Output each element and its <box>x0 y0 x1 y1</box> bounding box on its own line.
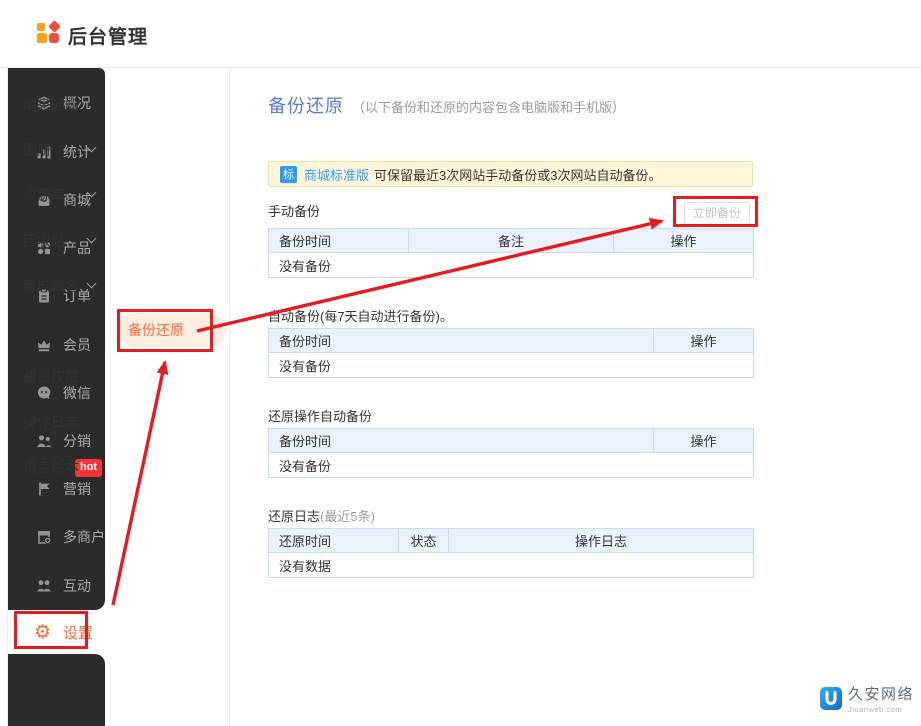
crown-icon <box>35 337 52 354</box>
table-empty-row: 没有备份 <box>269 453 754 478</box>
restore-auto-backup-label: 还原操作自动备份 <box>268 406 372 425</box>
users-icon <box>35 578 52 595</box>
sidebar-item-marketing[interactable]: hot 营销 <box>8 478 105 500</box>
window-edge-strip <box>0 68 8 726</box>
auto-backup-label: 自动备份(每7天自动进行备份)。 <box>268 306 453 325</box>
backup-now-button[interactable]: 立即备份 <box>684 202 750 225</box>
empty-text: 没有数据 <box>269 553 754 578</box>
sidebar-item-members[interactable]: 会员 <box>8 334 105 356</box>
jiuan-logo-icon <box>820 687 842 710</box>
table-empty-row: 没有数据 <box>269 553 754 578</box>
col-backup-time: 备份时间 <box>269 429 654 453</box>
empty-text: 没有备份 <box>269 453 754 478</box>
empty-text: 没有备份 <box>269 253 754 278</box>
col-actions: 操作 <box>654 329 754 353</box>
col-actions: 操作 <box>614 229 754 253</box>
col-restore-time: 还原时间 <box>269 529 399 553</box>
submenu-item-gallery[interactable]: 图册 <box>0 140 125 160</box>
col-status: 状态 <box>399 529 449 553</box>
auto-backup-table: 备份时间 操作 没有备份 <box>268 328 754 378</box>
page-title-row: 备份还原 （以下备份和还原的内容包含电脑版和手机版） <box>268 92 625 118</box>
manual-backup-label: 手动备份 <box>268 201 320 220</box>
submenu-item-language[interactable]: 语言版本 <box>0 457 125 477</box>
table-empty-row: 没有备份 <box>269 353 754 378</box>
chevron-down-icon <box>87 279 97 289</box>
empty-text: 没有备份 <box>269 353 754 378</box>
chevron-down-icon <box>87 143 97 153</box>
vendor-logo: 久安网络 Jiuanweb.com <box>820 687 914 714</box>
submenu-item-resources[interactable]: 资源库 <box>0 185 125 205</box>
restore-auto-backup-table: 备份时间 操作 没有备份 <box>268 428 754 478</box>
restore-log-label: 还原日志(最近5条) <box>268 506 375 525</box>
chevron-down-icon <box>87 234 97 244</box>
submenu-item-backup-restore[interactable]: 备份还原 <box>118 313 226 347</box>
chevron-down-icon <box>87 188 97 198</box>
table-header-row: 备份时间 操作 <box>269 429 754 453</box>
flag-icon <box>35 481 52 498</box>
app-title: 后台管理 <box>68 22 148 49</box>
col-actions: 操作 <box>654 429 754 453</box>
plan-link[interactable]: 商城标准版 <box>304 165 369 184</box>
secondary-sidebar <box>105 68 230 726</box>
table-header-row: 备份时间 备注 操作 <box>269 229 754 253</box>
col-op-log: 操作日志 <box>449 529 754 553</box>
plan-notice-text: 可保留最近3次网站手动备份或3次网站自动备份。 <box>374 165 661 184</box>
col-backup-time: 备份时间 <box>269 329 654 353</box>
settings-label: 设置 <box>63 622 93 643</box>
gear-icon: ⚙ <box>34 623 51 642</box>
manual-backup-table: 备份时间 备注 操作 没有备份 <box>268 228 754 278</box>
col-backup-time: 备份时间 <box>269 229 409 253</box>
store-icon <box>35 529 52 546</box>
primary-sidebar-bottom <box>8 654 105 726</box>
page-title: 备份还原 <box>268 92 344 118</box>
submenu-item-notifications[interactable]: 消息通知 <box>0 95 125 115</box>
page-subtitle: （以下备份和还原的内容包含电脑版和手机版） <box>352 97 625 116</box>
plan-badge-icon: 标 <box>280 166 297 183</box>
col-note: 备注 <box>409 229 614 253</box>
submenu-item-recycle[interactable]: 回收站 <box>0 231 125 251</box>
sidebar-item-multimerchant[interactable]: 多商户 <box>8 526 105 548</box>
vendor-domain: Jiuanweb.com <box>848 705 914 714</box>
submenu-item-domain[interactable]: 商城域名 <box>0 276 125 296</box>
wechat-icon <box>35 385 52 402</box>
submenu-item-permissions[interactable]: 成员权限 <box>0 367 125 387</box>
table-header-row: 备份时间 操作 <box>269 329 754 353</box>
table-header-row: 还原时间 状态 操作日志 <box>269 529 754 553</box>
sidebar-item-settings[interactable]: ⚙ 设置 <box>8 613 105 651</box>
submenu-item-oplog[interactable]: 操作日志 <box>0 412 125 432</box>
top-header: 后台管理 <box>0 0 921 68</box>
sidebar-item-interact[interactable]: 互动 <box>8 575 105 597</box>
restore-log-table: 还原时间 状态 操作日志 没有数据 <box>268 528 754 578</box>
backend-admin-page: 后台管理 概况 统计 商城 产品 订单 会员 <box>0 0 921 726</box>
sidebar-item-distribution[interactable]: 分销 <box>8 430 105 452</box>
table-empty-row: 没有备份 <box>269 253 754 278</box>
people-icon <box>35 433 52 450</box>
vendor-name: 久安网络 <box>848 687 914 703</box>
app-logo-icon <box>37 21 61 45</box>
plan-notice-bar: 标 商城标准版 可保留最近3次网站手动备份或3次网站自动备份。 <box>268 161 753 187</box>
